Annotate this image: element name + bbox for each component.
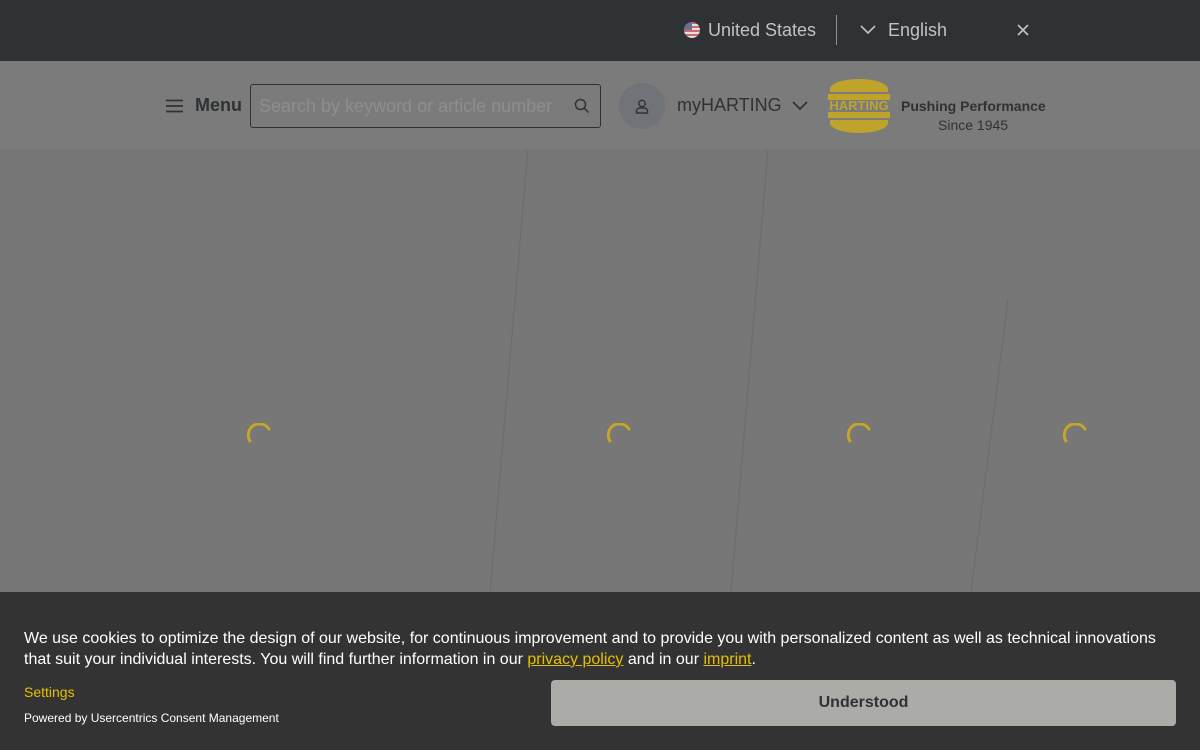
search-box	[250, 84, 601, 128]
country-selector[interactable]: United States	[684, 18, 816, 42]
user-account-button[interactable]	[619, 83, 665, 129]
search-icon[interactable]	[564, 98, 600, 114]
since-year: Since 1945	[938, 117, 1009, 133]
us-flag-icon	[684, 22, 700, 38]
chevron-down-icon	[860, 25, 876, 35]
powered-by-text: Powered by Usercentrics Consent Manageme…	[24, 711, 279, 725]
topbar-divider	[836, 15, 837, 45]
search-input[interactable]	[251, 85, 564, 127]
understood-button[interactable]: Understood	[551, 680, 1176, 726]
user-icon	[635, 99, 649, 114]
top-bar: United States English	[0, 0, 1200, 61]
cookie-message: We use cookies to optimize the design of…	[24, 628, 1174, 670]
cookie-text-part: and in our	[623, 651, 704, 668]
menu-label: Menu	[195, 95, 242, 115]
privacy-policy-link[interactable]: privacy policy	[527, 651, 623, 668]
loading-spinner-icon	[247, 423, 271, 443]
loading-spinner-icon	[847, 423, 871, 443]
menu-button[interactable]: Menu	[166, 95, 242, 116]
loading-spinner-icon	[1063, 423, 1087, 443]
hamburger-icon	[166, 99, 183, 112]
close-topbar-button[interactable]	[1012, 19, 1034, 41]
imprint-link[interactable]: imprint	[703, 651, 751, 668]
country-label: United States	[708, 19, 817, 40]
myharting-label: myHARTING	[677, 95, 782, 115]
myharting-dropdown[interactable]: myHARTING	[677, 95, 808, 116]
tagline: Pushing Performance	[901, 98, 1046, 114]
chevron-down-icon	[792, 100, 808, 110]
cookie-settings-link[interactable]: Settings	[24, 684, 75, 700]
cookie-consent-banner: We use cookies to optimize the design of…	[0, 592, 1200, 750]
content-divider-lines	[489, 149, 1009, 592]
harting-logo[interactable]: HARTING	[826, 74, 892, 138]
language-selector[interactable]: English	[860, 18, 947, 42]
loading-spinner-icon	[607, 423, 631, 443]
close-icon	[1017, 24, 1029, 36]
site-header: Menu myHARTING HARTING Pushing Performan…	[0, 61, 1200, 149]
main-content-loading	[0, 149, 1200, 592]
cookie-text-part: .	[751, 651, 756, 668]
language-label: English	[888, 19, 948, 40]
svg-text:HARTING: HARTING	[829, 98, 888, 113]
